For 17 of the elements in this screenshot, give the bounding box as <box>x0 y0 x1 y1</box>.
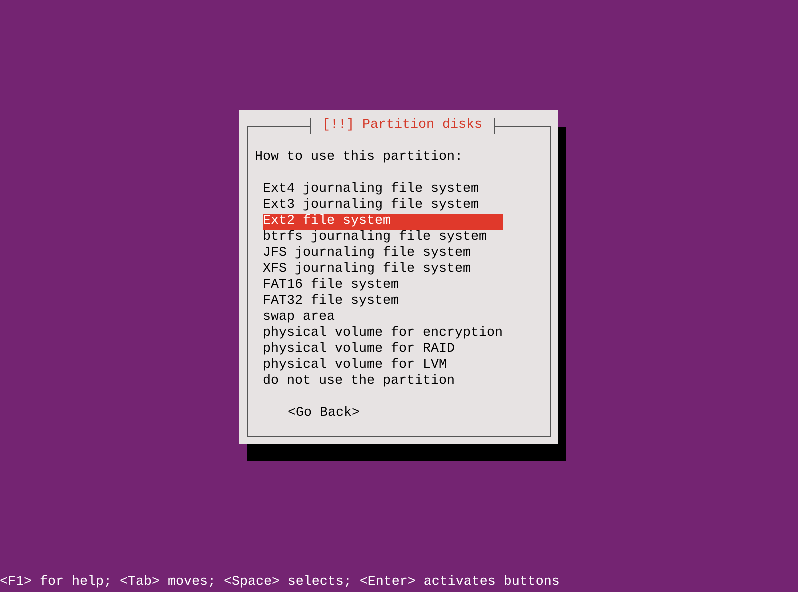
option-item[interactable]: FAT16 file system <box>263 278 503 294</box>
dialog-title: [!!] Partition disks <box>322 118 482 133</box>
option-item[interactable]: Ext2 file system <box>263 214 503 230</box>
go-back-button[interactable]: <Go Back> <box>288 406 360 422</box>
help-text: <F1> for help; <Tab> moves; <Space> selects; <Enter> activates buttons <box>0 575 561 591</box>
option-item[interactable]: Ext3 journaling file system <box>263 198 503 214</box>
option-item[interactable]: Ext4 journaling file system <box>263 182 503 198</box>
option-item[interactable]: JFS journaling file system <box>263 246 503 262</box>
option-item[interactable]: swap area <box>263 310 503 326</box>
option-item[interactable]: physical volume for RAID <box>263 342 503 358</box>
option-item[interactable]: XFS journaling file system <box>263 262 503 278</box>
option-item[interactable]: physical volume for LVM <box>263 358 503 374</box>
option-item[interactable]: btrfs journaling file system <box>263 230 503 246</box>
option-item[interactable]: physical volume for encryption <box>263 326 503 342</box>
option-item[interactable]: FAT32 file system <box>263 294 503 310</box>
prompt-text: How to use this partition: <box>255 150 464 166</box>
option-item[interactable]: do not use the partition <box>263 374 503 390</box>
